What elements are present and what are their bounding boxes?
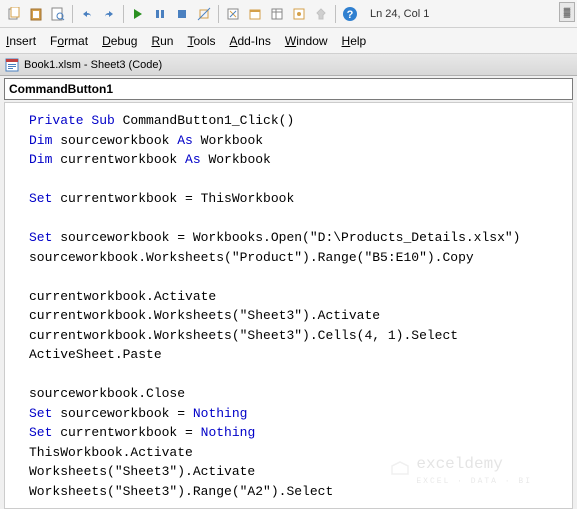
separator xyxy=(123,5,124,23)
code-text: ActiveSheet.Paste xyxy=(29,345,564,365)
code-text: Worksheets("Sheet3").Range("A2").Select xyxy=(29,482,564,502)
keyword: Nothing xyxy=(193,406,248,421)
code-text: sourceworkbook.Worksheets("Product").Ran… xyxy=(29,248,564,268)
keyword: Set xyxy=(29,191,52,206)
design-icon[interactable] xyxy=(223,4,243,24)
separator xyxy=(218,5,219,23)
code-text: Workbook xyxy=(193,133,263,148)
browser-icon[interactable] xyxy=(289,4,309,24)
help-icon[interactable]: ? xyxy=(340,4,360,24)
svg-text:?: ? xyxy=(347,9,354,21)
code-text: Worksheets("Sheet3").Activate xyxy=(29,462,564,482)
separator xyxy=(72,5,73,23)
code-text: sourceworkbook.Close xyxy=(29,384,564,404)
menu-format[interactable]: Format xyxy=(50,34,88,48)
keyword: Set xyxy=(29,230,52,245)
toolbox-icon[interactable] xyxy=(311,4,331,24)
copy-icon[interactable] xyxy=(4,4,24,24)
undo-icon[interactable] xyxy=(77,4,97,24)
keyword: Nothing xyxy=(201,425,256,440)
menu-addins[interactable]: Add-Ins xyxy=(229,34,270,48)
project-icon[interactable] xyxy=(245,4,265,24)
code-window-titlebar: Book1.xlsm - Sheet3 (Code) xyxy=(0,54,577,76)
menu-tools[interactable]: Tools xyxy=(187,34,215,48)
code-text xyxy=(29,170,564,190)
code-text: Workbook xyxy=(201,152,271,167)
code-text xyxy=(29,365,564,385)
properties-icon[interactable] xyxy=(267,4,287,24)
cursor-position: Ln 24, Col 1 xyxy=(370,8,429,20)
stop-icon[interactable] xyxy=(172,4,192,24)
keyword: Dim xyxy=(29,152,52,167)
run-icon[interactable] xyxy=(128,4,148,24)
code-text: ThisWorkbook.Activate xyxy=(29,443,564,463)
code-text: sourceworkbook = Workbooks.Open("D:\Prod… xyxy=(52,230,520,245)
code-text xyxy=(29,209,564,229)
pause-icon[interactable] xyxy=(150,4,170,24)
object-dropdown-row xyxy=(4,78,573,100)
code-text: currentworkbook.Worksheets("Sheet3").Act… xyxy=(29,306,564,326)
separator xyxy=(335,5,336,23)
code-window-title: Book1.xlsm - Sheet3 (Code) xyxy=(24,59,162,71)
menu-window[interactable]: Window xyxy=(285,34,328,48)
keyword: Private Sub xyxy=(29,113,115,128)
code-text xyxy=(29,501,564,509)
code-text xyxy=(29,267,564,287)
toolbar: ? Ln 24, Col 1 ▓ xyxy=(0,0,577,28)
keyword: As xyxy=(177,133,193,148)
keyword: Dim xyxy=(29,133,52,148)
menu-insert[interactable]: Insert xyxy=(6,34,36,48)
keyword: As xyxy=(185,152,201,167)
code-text: CommandButton1_Click() xyxy=(115,113,294,128)
scroll-handle[interactable]: ▓ xyxy=(559,2,575,22)
code-text: currentworkbook = xyxy=(52,425,200,440)
keyword: Set xyxy=(29,406,52,421)
find-icon[interactable] xyxy=(48,4,68,24)
code-text: currentworkbook.Activate xyxy=(29,287,564,307)
code-text: sourceworkbook xyxy=(52,133,177,148)
menu-run[interactable]: Run xyxy=(151,34,173,48)
code-text: sourceworkbook = xyxy=(52,406,192,421)
paste-icon[interactable] xyxy=(26,4,46,24)
menu-debug[interactable]: Debug xyxy=(102,34,137,48)
code-text: currentworkbook.Worksheets("Sheet3").Cel… xyxy=(29,326,564,346)
menu-help[interactable]: Help xyxy=(342,34,367,48)
break-icon[interactable] xyxy=(194,4,214,24)
redo-icon[interactable] xyxy=(99,4,119,24)
keyword: Set xyxy=(29,425,52,440)
object-dropdown[interactable] xyxy=(5,79,572,99)
code-text: currentworkbook = ThisWorkbook xyxy=(52,191,294,206)
menubar: Insert Format Debug Run Tools Add-Ins Wi… xyxy=(0,28,577,54)
code-editor[interactable]: Private Sub CommandButton1_Click() Dim s… xyxy=(4,102,573,509)
code-window-icon xyxy=(4,57,20,73)
code-text: currentworkbook xyxy=(52,152,185,167)
